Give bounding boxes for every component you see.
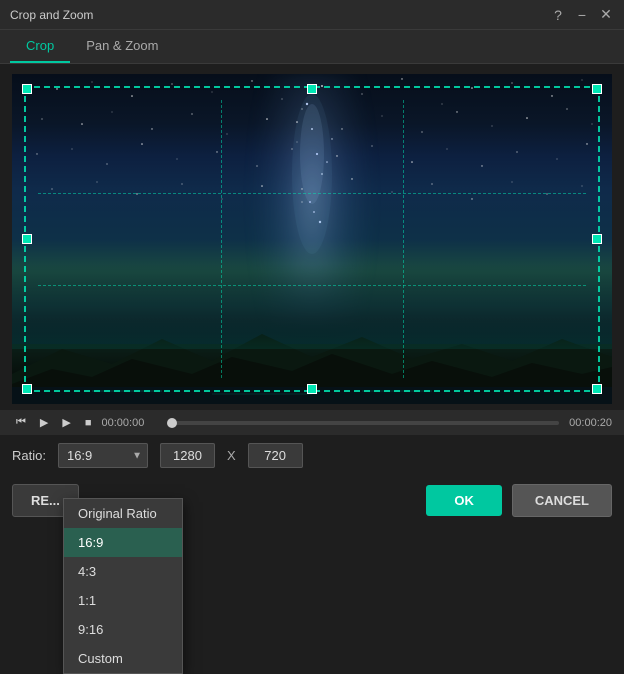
- ratio-select[interactable]: Original Ratio 16:9 4:3 1:1 9:16 Custom: [58, 443, 148, 468]
- play-alt-button[interactable]: ▶: [58, 414, 74, 431]
- video-preview: [12, 74, 612, 404]
- timeline-position[interactable]: [167, 418, 177, 428]
- handle-top-middle[interactable]: [307, 84, 317, 94]
- ratio-dropdown-menu: Original Ratio16:94:31:19:16Custom: [63, 498, 183, 674]
- dimension-separator: X: [227, 448, 236, 463]
- handle-top-left[interactable]: [22, 84, 32, 94]
- ratio-label: Ratio:: [12, 448, 46, 463]
- minimize-button[interactable]: −: [574, 7, 590, 23]
- window-controls: ? − ✕: [550, 7, 614, 23]
- tab-pan-zoom[interactable]: Pan & Zoom: [70, 30, 174, 63]
- dropdown-item-916[interactable]: 9:16: [64, 615, 182, 644]
- timeline-bar[interactable]: [172, 421, 560, 425]
- handle-middle-left[interactable]: [22, 234, 32, 244]
- width-input[interactable]: [160, 443, 215, 468]
- handle-top-right[interactable]: [592, 84, 602, 94]
- close-button[interactable]: ✕: [598, 7, 614, 23]
- height-input[interactable]: [248, 443, 303, 468]
- controls-row: Ratio: Original Ratio 16:9 4:3 1:1 9:16 …: [0, 435, 624, 476]
- playback-bar: ⏮ ▶ ▶ ■ 00:00:00 00:00:20: [0, 410, 624, 435]
- dropdown-item-custom[interactable]: Custom: [64, 644, 182, 673]
- handle-bottom-left[interactable]: [22, 384, 32, 394]
- dropdown-item-11[interactable]: 1:1: [64, 586, 182, 615]
- time-current: 00:00:00: [102, 417, 162, 429]
- cancel-button[interactable]: CANCEL: [512, 484, 612, 517]
- title-bar: Crop and Zoom ? − ✕: [0, 0, 624, 30]
- help-button[interactable]: ?: [550, 7, 566, 23]
- step-back-button[interactable]: ⏮: [12, 414, 30, 431]
- ok-button[interactable]: OK: [426, 485, 502, 516]
- tab-crop[interactable]: Crop: [10, 30, 70, 63]
- play-button[interactable]: ▶: [36, 414, 52, 431]
- dropdown-item-original[interactable]: Original Ratio: [64, 499, 182, 528]
- time-end: 00:00:20: [569, 417, 612, 429]
- video-background: [12, 74, 612, 404]
- window-title: Crop and Zoom: [10, 8, 550, 22]
- handle-bottom-middle[interactable]: [307, 384, 317, 394]
- tabs-bar: Crop Pan & Zoom: [0, 30, 624, 64]
- dropdown-item-169[interactable]: 16:9: [64, 528, 182, 557]
- ratio-select-wrapper: Original Ratio 16:9 4:3 1:1 9:16 Custom …: [58, 443, 148, 468]
- handle-middle-right[interactable]: [592, 234, 602, 244]
- dropdown-item-43[interactable]: 4:3: [64, 557, 182, 586]
- stop-button[interactable]: ■: [81, 415, 96, 431]
- handle-bottom-right[interactable]: [592, 384, 602, 394]
